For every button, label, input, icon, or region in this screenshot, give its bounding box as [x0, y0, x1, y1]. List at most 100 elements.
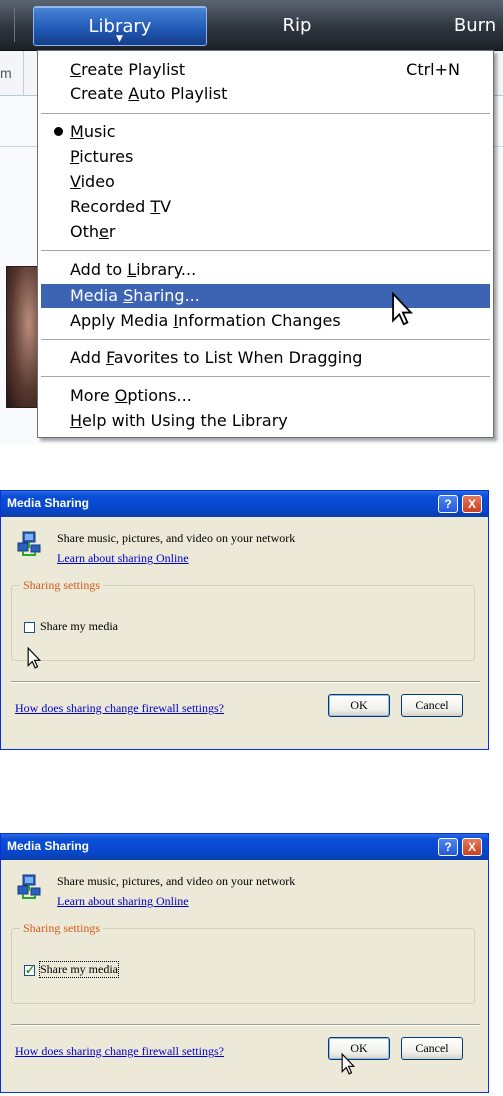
menu-text: avorites to List When Dragging	[113, 348, 363, 367]
column-divider	[23, 51, 24, 95]
menu-text: V	[160, 197, 172, 216]
dialog-titlebar[interactable]: Media Sharing ? X	[1, 491, 488, 517]
menu-mnemonic: H	[70, 411, 83, 430]
menu-item-music[interactable]: Music	[41, 120, 490, 144]
sharing-settings-group: Sharing settings Share my media	[11, 578, 475, 661]
media-sharing-dialog-checked: Media Sharing ? X Share music, pictures,…	[0, 833, 489, 1093]
menu-text: haring...	[133, 286, 200, 305]
share-my-media-checkbox[interactable]	[24, 622, 35, 633]
close-button[interactable]: X	[462, 838, 482, 856]
wmp-taskbar: Library ▼ Rip Burn	[0, 0, 503, 51]
menu-item-media-sharing[interactable]: Media Sharing...	[41, 284, 490, 308]
group-label: Sharing settings	[20, 578, 103, 593]
menu-text: Create	[70, 84, 129, 103]
menu-mnemonic: L	[127, 260, 137, 279]
sharing-settings-group: Sharing settings ✓ Share my media	[11, 921, 475, 1004]
learn-sharing-link[interactable]: Learn about sharing Online	[57, 551, 189, 566]
menu-separator	[41, 113, 490, 114]
menu-text: Add to	[70, 260, 128, 279]
media-sharing-dialog-unchecked: Media Sharing ? X Share music, pictures,…	[0, 490, 489, 750]
tab-burn[interactable]: Burn	[440, 6, 503, 44]
cancel-label: Cancel	[415, 1041, 449, 1055]
close-icon: X	[467, 497, 476, 511]
menu-text: Recorded	[70, 197, 151, 216]
dialog-divider	[11, 681, 480, 683]
menu-mnemonic: A	[128, 84, 140, 103]
menu-text: elp with Using the Library	[82, 411, 288, 430]
menu-text: ideo	[80, 172, 115, 191]
checkmark-icon: ✓	[25, 963, 36, 977]
menu-item-recorded-tv[interactable]: Recorded TV	[41, 195, 490, 219]
menu-text: Apply Media	[70, 311, 174, 330]
cancel-button[interactable]: Cancel	[401, 1037, 463, 1060]
library-dropdown-menu: Create Playlist Ctrl+N Create Auto Playl…	[37, 50, 494, 438]
tab-rip[interactable]: Rip	[262, 6, 332, 44]
help-icon: ?	[444, 497, 452, 511]
network-share-icon	[17, 531, 41, 556]
dialog-title: Media Sharing	[7, 496, 90, 510]
menu-item-video[interactable]: Video	[41, 170, 490, 194]
menu-mnemonic: V	[70, 172, 81, 191]
tab-burn-label: Burn	[453, 14, 497, 36]
tab-rip-label: Rip	[282, 14, 312, 36]
ok-button[interactable]: OK	[328, 1037, 390, 1060]
taskbar-separator	[14, 8, 15, 42]
menu-item-other[interactable]: Other	[41, 220, 490, 244]
dialog-titlebar[interactable]: Media Sharing ? X	[1, 834, 488, 860]
share-my-media-label[interactable]: Share my media	[40, 619, 118, 634]
group-label: Sharing settings	[20, 921, 103, 936]
firewall-settings-link[interactable]: How does sharing change firewall setting…	[15, 1044, 224, 1059]
menu-text: More	[70, 386, 115, 405]
firewall-settings-link[interactable]: How does sharing change firewall setting…	[15, 701, 224, 716]
network-share-icon	[17, 874, 41, 899]
share-my-media-label[interactable]: Share my media	[39, 961, 119, 978]
menu-mnemonic: F	[106, 348, 114, 367]
menu-mnemonic: C	[70, 60, 82, 79]
menu-shortcut: Ctrl+N	[406, 60, 460, 79]
menu-text: reate Playlist	[81, 60, 186, 79]
help-icon: ?	[444, 840, 452, 854]
mouse-cursor-icon	[392, 292, 414, 326]
intro-text: Share music, pictures, and video on your…	[57, 531, 296, 545]
help-button[interactable]: ?	[438, 495, 458, 513]
menu-text: Media	[70, 286, 124, 305]
dialog-divider	[11, 1024, 480, 1026]
ok-button[interactable]: OK	[328, 694, 390, 717]
selected-bullet-icon	[54, 127, 63, 136]
menu-item-create-auto-playlist[interactable]: Create Auto Playlist	[41, 82, 490, 106]
menu-item-help-library[interactable]: Help with Using the Library	[41, 409, 490, 433]
wmp-library-panel: Library ▼ Rip Burn m Create Playlist Ctr…	[0, 0, 503, 444]
menu-text: Oth	[70, 222, 100, 241]
menu-text: uto Playlist	[139, 84, 228, 103]
menu-mnemonic: M	[70, 122, 84, 141]
menu-mnemonic: T	[150, 197, 161, 216]
menu-separator	[41, 339, 490, 340]
help-button[interactable]: ?	[438, 838, 458, 856]
menu-item-pictures[interactable]: Pictures	[41, 145, 490, 169]
menu-mnemonic: P	[70, 147, 80, 166]
tab-library[interactable]: Library ▼	[33, 6, 207, 46]
menu-item-create-playlist[interactable]: Create Playlist Ctrl+N	[41, 58, 490, 82]
close-icon: X	[467, 840, 476, 854]
menu-item-add-to-library[interactable]: Add to Library...	[41, 258, 490, 282]
menu-item-more-options[interactable]: More Options...	[41, 384, 490, 408]
ok-label: OK	[350, 698, 368, 712]
intro-text: Share music, pictures, and video on your…	[57, 874, 296, 888]
chevron-down-icon[interactable]: ▼	[116, 35, 123, 44]
menu-text: ictures	[79, 147, 134, 166]
menu-mnemonic: O	[114, 386, 128, 405]
cancel-button[interactable]: Cancel	[401, 694, 463, 717]
share-my-media-checkbox[interactable]: ✓	[24, 963, 36, 977]
menu-text: nformation Changes	[178, 311, 341, 330]
menu-text: Add	[70, 348, 107, 367]
menu-mnemonic: S	[123, 286, 134, 305]
menu-text: r	[108, 222, 116, 241]
menu-text: ibrary...	[136, 260, 197, 279]
mouse-cursor-icon	[27, 646, 41, 669]
menu-item-add-favorites[interactable]: Add Favorites to List When Dragging	[41, 346, 490, 370]
learn-sharing-link[interactable]: Learn about sharing Online	[57, 894, 189, 909]
menu-text: usic	[83, 122, 116, 141]
menu-text: ptions...	[127, 386, 192, 405]
menu-item-apply-media-info[interactable]: Apply Media Information Changes	[41, 309, 490, 333]
close-button[interactable]: X	[462, 495, 482, 513]
